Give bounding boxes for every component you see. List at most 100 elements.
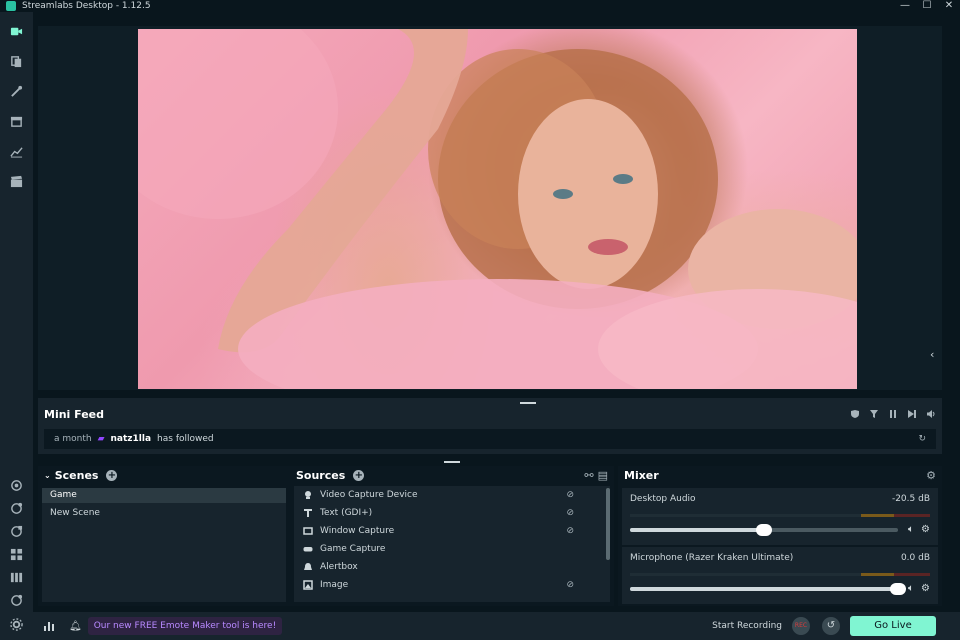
sources-title: Sources [296, 468, 346, 482]
eye-slash-icon[interactable]: ⊘ [566, 490, 574, 500]
bell-icon[interactable]: 🔔︎ [69, 621, 82, 632]
source-item[interactable]: Video Capture Device ⊘ [294, 486, 610, 504]
maximize-button[interactable]: ☐ [916, 0, 938, 12]
themes-icon[interactable] [9, 54, 23, 68]
window-controls: — ☐ ✕ [894, 0, 960, 12]
sources-header: Sources + [290, 466, 614, 484]
source-label: Alertbox [320, 562, 358, 572]
mixer-header: Mixer [618, 466, 942, 484]
gear-icon[interactable]: ⚙ [926, 469, 936, 482]
slider-handle[interactable] [756, 524, 772, 536]
slider-handle[interactable] [890, 583, 906, 595]
mixer-channel: Microphone (Razer Kraken Ultimate) 0.0 d… [622, 547, 938, 604]
source-item[interactable]: Alertbox [294, 558, 610, 576]
source-label: Game Capture [320, 544, 386, 554]
source-item[interactable]: Image ⊘ [294, 576, 610, 594]
close-button[interactable]: ✕ [938, 0, 960, 12]
replay-buffer-icon[interactable]: ↺ [822, 617, 840, 635]
help-icon[interactable] [9, 593, 23, 607]
scene-item-new-scene[interactable]: New Scene [42, 506, 286, 521]
grid-icon[interactable] [9, 547, 23, 561]
add-source-button[interactable]: + [353, 469, 365, 481]
pause-icon[interactable] [887, 408, 898, 419]
analytics-icon[interactable] [9, 144, 23, 158]
chevron-left-icon[interactable]: ‹ [930, 348, 942, 364]
studio-icon[interactable] [9, 24, 23, 38]
columns-icon[interactable] [9, 570, 23, 584]
volume-slider[interactable] [630, 524, 898, 536]
left-navigation [0, 12, 33, 640]
gamepad-icon [302, 543, 314, 555]
sources-panel: Sources + ⚯ ▤ Video Capture Device ⊘ Tex… [290, 466, 614, 606]
image-icon [302, 579, 314, 591]
audio-meter [630, 573, 930, 576]
title-bar: Streamlabs Desktop - 1.12.5 — ☐ ✕ [0, 0, 960, 12]
add-scene-button[interactable]: + [106, 469, 118, 481]
mini-feed-controls [849, 408, 936, 419]
scenes-header: ⌄ Scenes + [38, 466, 290, 484]
source-label: Video Capture Device [320, 490, 418, 500]
text-icon [302, 507, 314, 519]
feed-event-row: a month ▰ natz1lla has followed ↻ [44, 429, 936, 449]
source-item[interactable]: Game Capture [294, 540, 610, 558]
chevron-down-icon[interactable]: ⌄ [44, 471, 51, 480]
settings-icon[interactable] [9, 617, 23, 631]
resize-handle[interactable] [520, 402, 536, 404]
go-live-button[interactable]: Go Live [850, 616, 936, 636]
footer-bar: 🔔︎ Our new FREE Emote Maker tool is here… [33, 612, 960, 640]
repeat-icon[interactable]: ↻ [918, 434, 926, 444]
event-username[interactable]: natz1lla [111, 434, 152, 444]
channel-db: 0.0 dB [900, 553, 930, 563]
speaker-icon[interactable]: 🔈︎ [908, 524, 914, 535]
sources-scrollbar[interactable] [606, 488, 610, 560]
group-icon[interactable]: ⚯ [584, 469, 593, 482]
clapper-icon[interactable] [9, 174, 23, 188]
source-item[interactable]: Text (GDI+) ⊘ [294, 504, 610, 522]
skip-icon[interactable] [906, 408, 917, 419]
mixer-channel: Desktop Audio -20.5 dB 🔈︎ ⚙ [622, 488, 938, 545]
gear-icon[interactable]: ⚙ [921, 524, 930, 535]
record-button[interactable]: REC [792, 617, 810, 635]
bell-icon [302, 561, 314, 573]
editor-icon[interactable] [9, 84, 23, 98]
highlighter-icon[interactable] [9, 478, 23, 492]
streamlabs-logo-icon [6, 1, 16, 11]
scene-list: Game New Scene [42, 488, 286, 602]
volume-icon[interactable] [925, 408, 936, 419]
scene-item-game[interactable]: Game [42, 488, 286, 503]
mixer-channels: Desktop Audio -20.5 dB 🔈︎ ⚙ Microphone (… [622, 488, 938, 604]
folder-icon[interactable]: ▤ [598, 469, 608, 482]
eye-slash-icon[interactable]: ⊘ [566, 526, 574, 536]
twitch-icon: ▰ [97, 434, 105, 444]
volume-slider[interactable] [630, 583, 906, 595]
channel-db: -20.5 dB [891, 494, 930, 504]
scenes-panel: ⌄ Scenes + Game New Scene [38, 466, 290, 606]
stream-preview[interactable]: ‹ [38, 26, 942, 390]
store-icon[interactable] [9, 114, 23, 128]
layout-icon[interactable] [9, 524, 23, 538]
mini-feed-title: Mini Feed [44, 408, 105, 421]
dock-resize-handle[interactable] [444, 461, 460, 463]
source-item[interactable]: Window Capture ⊘ [294, 522, 610, 540]
webcam-icon [302, 489, 314, 501]
source-label: Image [320, 580, 349, 590]
event-action: has followed [157, 434, 214, 444]
eye-slash-icon[interactable]: ⊘ [566, 580, 574, 590]
bar-chart-icon[interactable] [43, 620, 55, 632]
source-label: Window Capture [320, 526, 395, 536]
shield-icon[interactable] [849, 408, 860, 419]
filter-icon[interactable] [868, 408, 879, 419]
gear-icon[interactable]: ⚙ [921, 583, 930, 594]
promo-banner[interactable]: Our new FREE Emote Maker tool is here! [87, 617, 283, 635]
mixer-panel: Mixer ⚙ Desktop Audio -20.5 dB 🔈︎ ⚙ Micr… [618, 466, 942, 606]
eye-slash-icon[interactable]: ⊘ [566, 508, 574, 518]
speaker-icon[interactable]: 🔈︎ [908, 583, 914, 594]
audio-meter [630, 514, 930, 517]
minimize-button[interactable]: — [894, 0, 916, 12]
mini-feed-panel: Mini Feed a month ▰ natz1lla has followe… [38, 398, 942, 454]
event-time: a month [54, 434, 92, 444]
channel-name: Desktop Audio [630, 494, 696, 504]
window-icon [302, 525, 314, 537]
window-title: Streamlabs Desktop - 1.12.5 [22, 1, 151, 11]
dashboard-icon[interactable] [9, 501, 23, 515]
